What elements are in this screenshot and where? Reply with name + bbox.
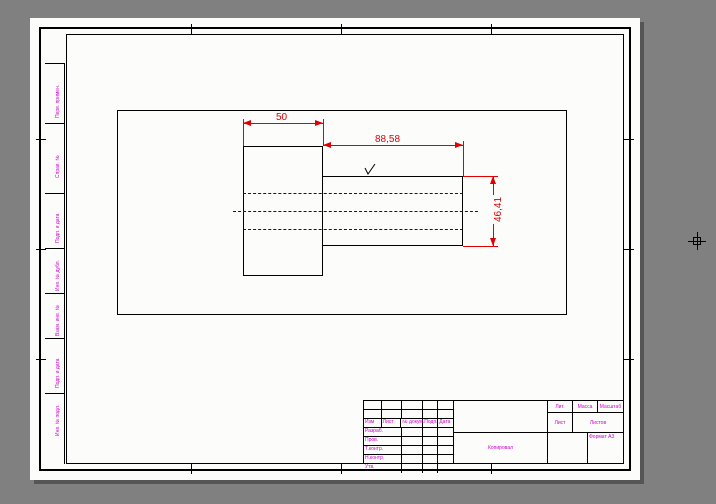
tb-label: Листов (573, 413, 623, 432)
tb-label: Изм (364, 419, 382, 427)
tb-label: Формат А3 (588, 433, 623, 464)
centerline (233, 211, 478, 212)
title-block-revisions: Изм Лист № докум. Подп. Дата Разраб. Про… (364, 401, 454, 463)
tb-label: Разраб. (364, 428, 402, 436)
dimension-value: 88,58 (373, 134, 402, 145)
tb-label: Лист (382, 419, 402, 427)
hidden-line (243, 193, 463, 194)
tb-label: Масштаб (598, 401, 623, 412)
tb-label: Масса (573, 401, 598, 412)
tb-label: Пров. (364, 437, 402, 445)
viewport[interactable]: 50 88,58 46,41 (117, 110, 567, 315)
dimension-line (243, 123, 323, 124)
tb-label: Лит. (548, 401, 573, 412)
tb-label: Лист (548, 413, 573, 432)
extension-line (463, 141, 464, 176)
title-block-right: Лит. Масса Масштаб Лист Листов Формат А3 (548, 401, 623, 463)
ucs-icon[interactable] (688, 232, 706, 250)
inner-frame: 50 88,58 46,41 Изм Лист (66, 34, 624, 464)
extension-line (463, 246, 498, 247)
tb-label: Дата (438, 419, 453, 427)
tb-label: Копировал (454, 433, 547, 464)
side-label: Инв. № подл. (55, 405, 61, 436)
tb-label: № докум. (401, 419, 423, 427)
side-label: Взам. инв. № (55, 305, 61, 336)
side-label: Перв. примен. (55, 85, 61, 118)
dimension-value: 50 (274, 112, 289, 123)
surface-finish-icon (363, 162, 377, 176)
tb-label: Подп. (423, 419, 438, 427)
binding-margin-stamps: Перв. примен. Справ. № Подп. и дата Инв.… (45, 63, 65, 464)
tb-label: Т.контр. (364, 446, 402, 454)
side-label: Подп. и дата (55, 359, 61, 388)
title-block: Изм Лист № докум. Подп. Дата Разраб. Про… (363, 400, 623, 463)
dimension-value: 46,41 (493, 195, 504, 224)
title-block-center: Копировал (454, 401, 548, 463)
drawing-paper: Перв. примен. Справ. № Подп. и дата Инв.… (30, 18, 640, 480)
dimension-line (323, 145, 463, 146)
tb-label: Н.контр. (364, 455, 402, 463)
side-label: Подп. и дата (55, 214, 61, 243)
side-label: Инв. № дубл. (55, 260, 61, 291)
tb-label: Утв. (364, 464, 402, 473)
side-label: Справ. № (55, 155, 61, 178)
hidden-line (243, 229, 463, 230)
